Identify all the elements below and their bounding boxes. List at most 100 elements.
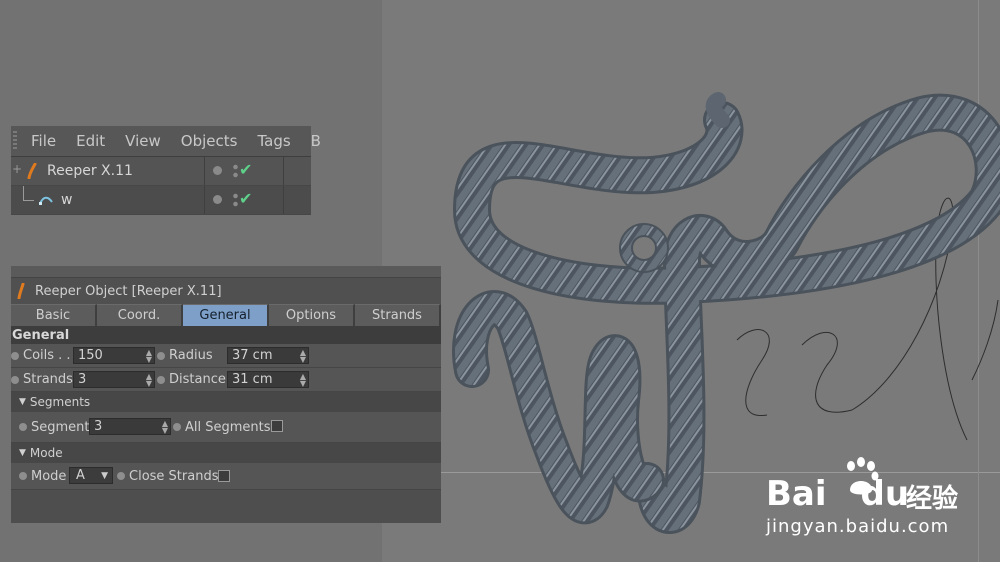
param-row-coils-radius: Coils . . 150 ▲ ▼ Radius 37 cm ▲ ▼ — [11, 344, 441, 368]
rope-strands — [452, 92, 1000, 534]
mode-dropdown[interactable]: A ▼ — [69, 467, 113, 484]
mode-value: A — [76, 468, 85, 483]
mode-label: Mode — [19, 469, 66, 484]
coils-label-text: Coils . . — [23, 348, 71, 363]
object-manager: File Edit View Objects Tags B + Reeper X… — [11, 126, 321, 215]
tab-options[interactable]: Options — [269, 304, 355, 326]
menu-bookmarks[interactable]: B — [311, 132, 321, 150]
baidu-jingyan-text: 经验 — [906, 484, 959, 514]
visibility-dot-icon[interactable] — [213, 195, 222, 204]
baidu-url: jingyan.baidu.com — [766, 516, 950, 537]
segments-group-header[interactable]: ▼ Segments — [11, 392, 441, 412]
mode-label-text: Mode — [31, 468, 67, 484]
collapse-triangle-icon[interactable]: ▼ — [19, 448, 26, 458]
render-dots-icon[interactable] — [233, 192, 238, 208]
animate-dot-icon[interactable] — [173, 423, 181, 431]
param-row-strands-distance: Strands 3 ▲ ▼ Distance 31 cm ▲ ▼ — [11, 368, 441, 392]
tab-basic[interactable]: Basic — [11, 304, 97, 326]
mode-header-text: Mode — [29, 446, 63, 460]
animate-dot-icon[interactable] — [157, 375, 165, 384]
all-segments-label-text: All Segments — [185, 419, 271, 435]
radius-label: Radius — [157, 348, 213, 363]
animate-dot-icon[interactable] — [157, 351, 165, 360]
brand-part1: Bai — [766, 474, 827, 514]
baidu-watermark: Bai du 经验 jingyan.baidu.com — [766, 456, 996, 556]
mode-group-header[interactable]: ▼ Mode — [11, 443, 441, 463]
object-row-reeper[interactable]: + Reeper X.11 ✔ — [11, 157, 311, 186]
spinner-icon[interactable]: ▲ ▼ — [300, 349, 306, 364]
close-strands-checkbox[interactable] — [218, 470, 230, 482]
coils-label: Coils . . — [11, 348, 71, 363]
object-manager-menubar: File Edit View Objects Tags B — [11, 126, 321, 157]
panel-grip-icon[interactable] — [13, 131, 17, 151]
close-strands-label: Close Strands — [117, 469, 218, 484]
menu-objects[interactable]: Objects — [181, 132, 238, 150]
enabled-check-icon[interactable]: ✔ — [239, 160, 252, 179]
spinner-icon[interactable]: ▲ ▼ — [146, 349, 152, 364]
all-segments-checkbox[interactable] — [271, 420, 283, 432]
close-strands-label-text: Close Strands — [129, 468, 219, 484]
segment-field[interactable]: 3 ▲ ▼ — [89, 418, 171, 435]
tab-coord[interactable]: Coord. — [97, 304, 183, 326]
tab-general[interactable]: General — [183, 304, 269, 326]
attribute-tabs: Basic Coord. General Options Strands — [11, 304, 441, 326]
menu-view[interactable]: View — [125, 132, 161, 150]
tree-connector — [23, 186, 34, 201]
expand-icon[interactable]: + — [12, 162, 22, 176]
spinner-icon[interactable]: ▲ ▼ — [146, 373, 152, 388]
distance-value: 31 cm — [232, 372, 273, 387]
segment-label: Segment — [19, 420, 90, 435]
animate-dot-icon[interactable] — [19, 423, 27, 431]
column-separator — [204, 186, 205, 214]
segments-header-text: Segments — [29, 395, 91, 409]
radius-field[interactable]: 37 cm ▲ ▼ — [227, 347, 309, 364]
animate-dot-icon[interactable] — [11, 375, 19, 384]
reeper-icon — [27, 163, 37, 179]
menu-tags[interactable]: Tags — [257, 132, 290, 150]
attribute-title: Reeper Object [Reeper X.11] — [35, 283, 222, 299]
column-separator — [204, 157, 205, 185]
column-separator — [283, 157, 284, 185]
attribute-title-bar: Reeper Object [Reeper X.11] — [11, 278, 441, 304]
segment-value: 3 — [94, 419, 103, 434]
brand-part2: du — [860, 474, 910, 514]
strands-label: Strands — [11, 372, 73, 387]
distance-label-text: Distance — [169, 372, 226, 387]
menu-file[interactable]: File — [31, 132, 56, 150]
reeper-icon — [17, 283, 25, 299]
spline-icon — [39, 196, 53, 205]
strands-value: 3 — [78, 372, 87, 387]
enabled-check-icon[interactable]: ✔ — [239, 189, 252, 208]
chevron-down-icon: ▼ — [101, 471, 108, 481]
section-title: General — [11, 326, 441, 344]
animate-dot-icon[interactable] — [117, 472, 125, 480]
radius-label-text: Radius — [169, 348, 213, 363]
coils-value: 150 — [78, 348, 103, 363]
all-segments-label: All Segments — [173, 420, 271, 435]
menu-edit[interactable]: Edit — [76, 132, 105, 150]
attribute-manager-menubar — [11, 266, 441, 278]
spinner-icon[interactable]: ▲ ▼ — [162, 420, 168, 435]
animate-dot-icon[interactable] — [19, 472, 27, 480]
object-name[interactable]: Reeper X.11 — [47, 163, 133, 179]
tab-strands[interactable]: Strands — [355, 304, 441, 326]
distance-field[interactable]: 31 cm ▲ ▼ — [227, 371, 309, 388]
segment-label-text: Segment — [31, 419, 90, 435]
strands-field[interactable]: 3 ▲ ▼ — [73, 371, 155, 388]
column-separator — [283, 186, 284, 214]
param-row-mode: Mode A ▼ Close Strands — [11, 463, 441, 490]
attribute-manager: Reeper Object [Reeper X.11] Basic Coord.… — [11, 266, 441, 523]
animate-dot-icon[interactable] — [11, 351, 19, 360]
visibility-dot-icon[interactable] — [213, 166, 222, 175]
param-row-segment: Segment 3 ▲ ▼ All Segments — [11, 412, 441, 443]
radius-value: 37 cm — [232, 348, 273, 363]
collapse-triangle-icon[interactable]: ▼ — [19, 397, 26, 407]
object-row-w[interactable]: w ✔ — [11, 186, 311, 215]
distance-label: Distance — [157, 372, 226, 387]
baidu-brand: Bai du — [766, 474, 909, 514]
coils-field[interactable]: 150 ▲ ▼ — [73, 347, 155, 364]
strands-label-text: Strands — [23, 372, 73, 387]
spinner-icon[interactable]: ▲ ▼ — [300, 373, 306, 388]
render-dots-icon[interactable] — [233, 163, 238, 179]
object-name[interactable]: w — [61, 192, 72, 208]
